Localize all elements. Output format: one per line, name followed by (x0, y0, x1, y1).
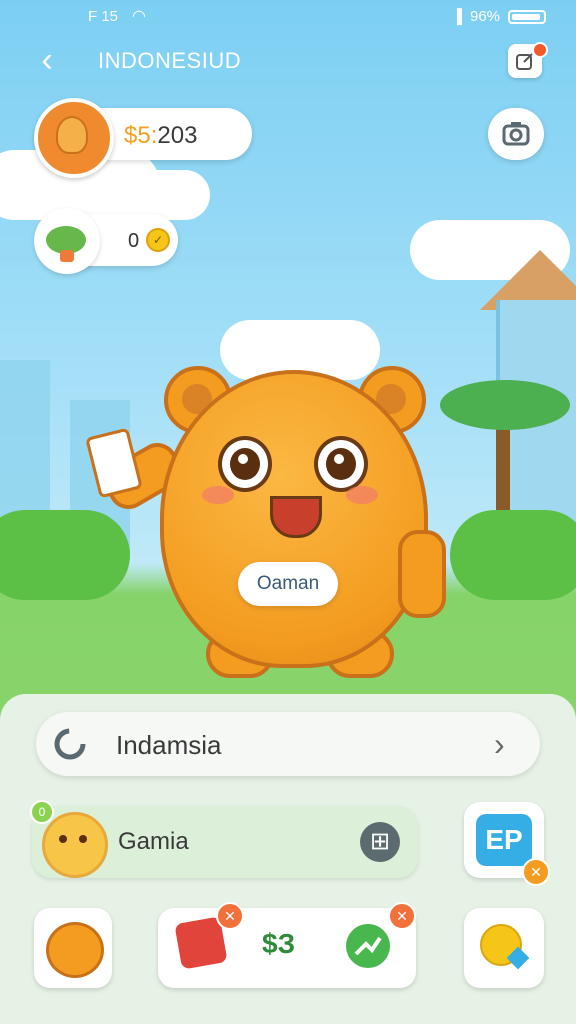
game-badge: 0 (30, 800, 54, 824)
status-time: F 15 (88, 8, 119, 25)
mascot-eye (314, 436, 368, 492)
game-label: Gamia (118, 828, 189, 855)
coin-value: 203 (157, 122, 198, 149)
back-button[interactable]: ‹ (30, 42, 64, 78)
country-label: Indamsia (116, 730, 222, 760)
pet-tile[interactable] (34, 908, 112, 988)
signal-icon: ▐ (452, 8, 462, 24)
trend-up-icon (346, 924, 390, 968)
wifi-icon: ◠ (132, 8, 146, 25)
mascot-cheek (202, 486, 234, 504)
mascot-eye (218, 436, 272, 492)
coin-amount: $5:203 (124, 122, 197, 150)
notification-dot (532, 42, 548, 58)
page-title: INDONESIUD (98, 48, 242, 73)
chevron-right-icon: › (494, 726, 505, 762)
refresh-icon (54, 728, 86, 760)
ep-label: EP (476, 814, 532, 866)
battery-icon (508, 10, 546, 24)
battery-percent: 96% (470, 8, 501, 25)
coin-symbol: $5: (124, 122, 158, 149)
mascot-arm (398, 530, 446, 618)
game-avatar (42, 812, 108, 878)
amount-label: $З (262, 928, 296, 959)
gem-value: 0 (128, 230, 140, 252)
camera-icon (502, 122, 530, 146)
grid-button[interactable]: ⊞ (360, 822, 400, 862)
close-icon[interactable]: ✕ (216, 902, 244, 930)
gem-coin-icon: ✓ (146, 228, 170, 252)
palm-leaves (440, 380, 570, 430)
mascot-mouth (270, 496, 322, 538)
pin-icon[interactable]: ✕ (388, 902, 416, 930)
pet-avatar[interactable] (34, 208, 100, 274)
player-avatar[interactable] (34, 98, 114, 178)
country-selector[interactable] (36, 712, 540, 776)
edit-icon (516, 53, 533, 70)
mascot-cheek (346, 486, 378, 504)
cloud (90, 170, 210, 220)
close-icon[interactable]: ✕ (522, 858, 550, 886)
camera-button[interactable] (488, 108, 544, 160)
bush (0, 510, 130, 600)
status-bar: F 15 ◠ ▐ 96% (0, 6, 576, 28)
mascot-name-label[interactable]: Oaman (238, 562, 338, 606)
bush (450, 510, 576, 600)
bear-face-icon (46, 922, 104, 978)
